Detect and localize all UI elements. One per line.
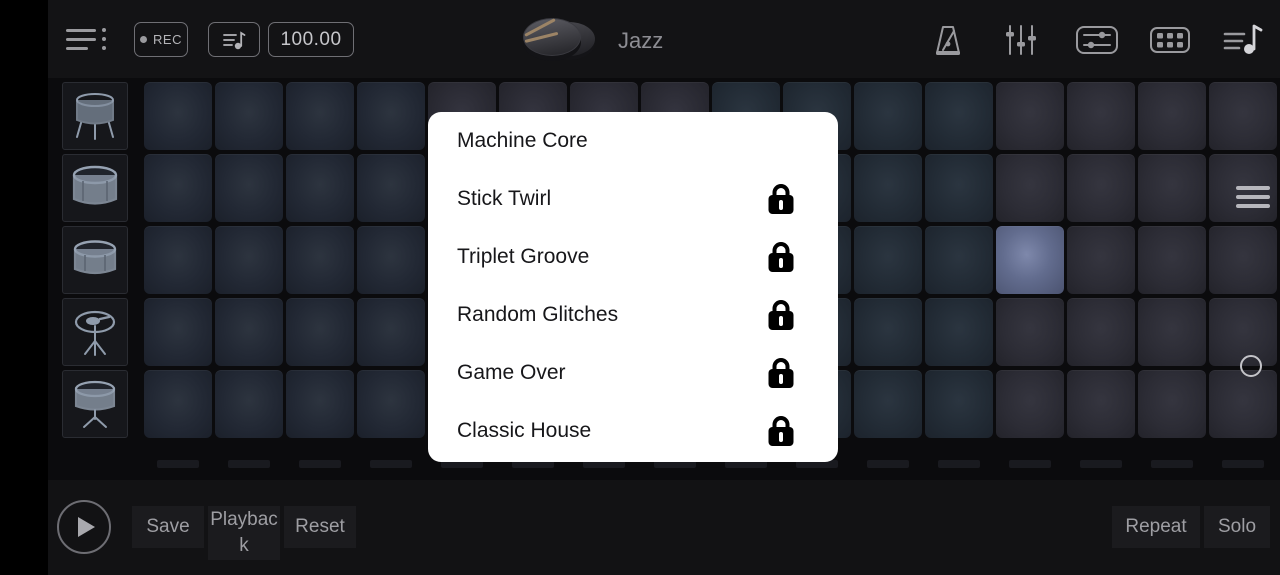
lock-icon [768, 242, 794, 272]
pattern-list: Machine Core Stick Twirl Triplet Groove Ran… [428, 112, 838, 460]
pattern-label: Stick Twirl [457, 187, 552, 210]
app-root: REC 100.00 Jazz Save Playback Reset Repe… [0, 0, 1280, 575]
pattern-label: Machine Core [457, 129, 588, 152]
pattern-label: Classic House [457, 419, 592, 442]
pattern-label: Game Over [457, 361, 566, 384]
pattern-item[interactable]: Random Glitches [428, 286, 838, 344]
lock-icon [768, 416, 794, 446]
pattern-item[interactable]: Classic House [428, 402, 838, 460]
pattern-item[interactable]: Triplet Groove [428, 228, 838, 286]
lock-icon [768, 300, 794, 330]
pattern-select-dialog: Machine Core Stick Twirl Triplet Groove Ran… [428, 112, 838, 462]
pattern-item[interactable]: Stick Twirl [428, 170, 838, 228]
pattern-item[interactable]: Game Over [428, 344, 838, 402]
pattern-item[interactable]: Machine Core [428, 112, 838, 170]
pattern-label: Random Glitches [457, 303, 619, 326]
lock-icon [768, 358, 794, 388]
modal-overlay[interactable]: Machine Core Stick Twirl Triplet Groove Ran… [0, 0, 1280, 575]
pattern-label: Triplet Groove [457, 245, 590, 268]
lock-icon [768, 184, 794, 214]
